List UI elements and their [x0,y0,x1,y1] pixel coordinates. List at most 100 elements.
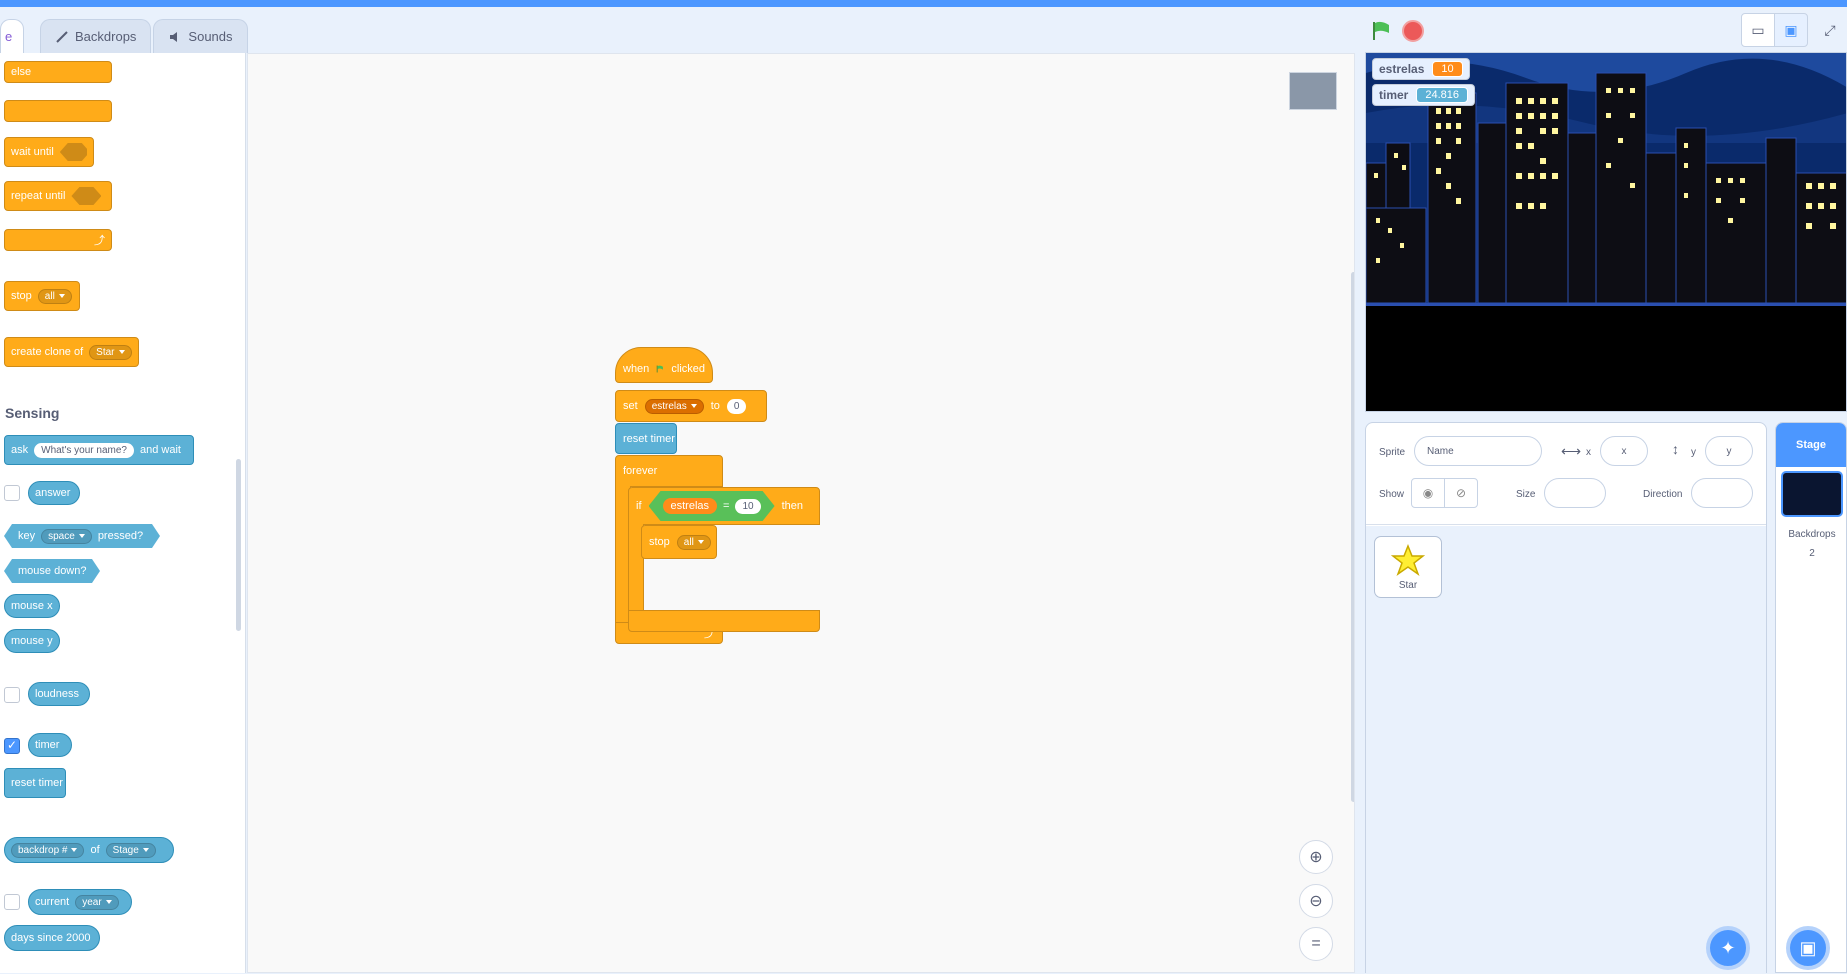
current-checkbox[interactable] [4,894,20,910]
script-scrollbar[interactable] [1351,272,1354,802]
sprite-card-star[interactable]: Star [1374,536,1442,598]
then-label: then [781,500,804,512]
variable-dropdown[interactable]: estrelas [644,398,704,414]
sprite-pane: Sprite Name ⟷ x x ↕ y y Show ◉ ⊘ Size Di… [1365,422,1767,974]
sprite-info: Sprite Name ⟷ x x ↕ y y Show ◉ ⊘ Size Di… [1366,423,1766,525]
y-input[interactable]: y [1705,436,1753,466]
clone-dropdown[interactable]: Star [89,344,132,360]
reset-timer-script-block[interactable]: reset timer [615,423,677,454]
sprite-label: Sprite [1379,447,1406,458]
palette-scrollbar[interactable] [236,459,241,631]
key-pressed-block[interactable]: key space pressed? [4,524,160,548]
zoom-reset-icon: = [1311,935,1321,952]
else-block[interactable]: else [4,61,112,83]
else-block-bottom[interactable] [4,100,112,122]
mouse-down-block[interactable]: mouse down? [4,559,100,583]
script-area[interactable]: when clicked set estrelas to 0 reset tim… [247,53,1355,973]
zoom-out-button[interactable]: ⊖ [1299,884,1333,918]
when-flag-clicked-block[interactable]: when clicked [615,347,713,383]
y-label: y [1691,447,1696,458]
x-input[interactable]: x [1600,436,1648,466]
property-option: backdrop # [18,844,68,856]
stop-option: all [44,290,55,302]
stage-pane[interactable]: Stage Backdrops 2 ▣ [1775,422,1847,973]
mouse-x-reporter[interactable]: mouse x [4,594,60,618]
stop-block[interactable]: stop all [4,281,80,311]
repeat-until-block-bottom[interactable]: ⤴ [4,229,112,251]
show-hidden-toggle[interactable]: ⊘ [1444,478,1478,508]
backdrop-of-reporter[interactable]: backdrop # of Stage [4,837,174,863]
timer-reporter[interactable]: timer [28,733,72,757]
small-stage-icon: ▭ [1751,21,1765,38]
loudness-checkbox[interactable] [4,687,20,703]
timer-label: timer [35,739,60,751]
tab-sounds[interactable]: Sounds [153,19,248,53]
zoom-in-button[interactable]: ⊕ [1299,840,1333,874]
current-reporter[interactable]: current year [28,889,132,915]
key-dropdown[interactable]: space [41,529,92,544]
size-input[interactable] [1544,478,1606,508]
monitor-estrelas[interactable]: estrelas 10 [1372,58,1470,80]
equals-label: = [723,500,730,512]
estrelas-reporter[interactable]: estrelas [663,498,718,514]
sprite-name-input[interactable]: Name [1414,436,1542,466]
brush-icon [56,30,68,43]
stop-dropdown[interactable]: all [37,288,72,304]
timer-checkbox[interactable] [4,738,20,754]
stop-script-dropdown[interactable]: all [676,534,711,550]
tab-backdrops[interactable]: Backdrops [40,19,152,53]
stop-button[interactable] [1402,20,1424,42]
backdrops-label: Backdrops [1788,529,1836,540]
green-flag-button[interactable] [1370,20,1392,42]
ask-input[interactable]: What's your name? [34,442,134,458]
days-since-label: days since 2000 [11,932,91,944]
condition-slot[interactable] [71,187,102,205]
current-dropdown[interactable]: year [75,894,119,910]
add-sprite-button[interactable]: ✦ [1706,926,1750,970]
direction-input[interactable] [1691,478,1753,508]
equals-operator[interactable]: estrelas = 10 [649,491,775,521]
mouse-y-reporter[interactable]: mouse y [4,629,60,653]
stop-script-block[interactable]: stop all [641,525,717,559]
property-dropdown[interactable]: backdrop # [11,842,85,858]
reset-timer-block[interactable]: reset timer [4,768,66,798]
mouse-y-label: mouse y [11,635,53,647]
wait-until-block[interactable]: wait until [4,137,94,167]
reset-timer-script-label: reset timer [623,432,675,445]
compare-value-input[interactable]: 10 [735,499,760,514]
days-since-reporter[interactable]: days since 2000 [4,925,100,951]
city-night-backdrop [1366,53,1846,411]
tab-code[interactable]: e [0,19,24,53]
set-label: set [623,400,638,412]
stage[interactable]: estrelas 10 timer 24.816 [1365,52,1847,412]
set-variable-block[interactable]: set estrelas to 0 [615,390,767,422]
and-wait-label: and wait [139,444,181,456]
object-dropdown[interactable]: Stage [105,842,156,858]
stop-script-label: stop [649,536,670,548]
create-clone-block[interactable]: create clone of Star [4,337,139,367]
condition-slot[interactable] [59,143,87,161]
answer-checkbox[interactable] [4,485,20,501]
menu-bar [0,0,1847,7]
tab-sounds-label: Sounds [188,29,233,44]
reset-timer-label: reset timer [11,777,63,789]
tab-code-label: e [5,29,13,44]
if-then-block[interactable]: if estrelas = 10 then [628,487,820,525]
small-stage-button[interactable]: ▭ [1741,13,1775,47]
answer-label: answer [35,487,71,499]
ask-block[interactable]: ask What's your name? and wait [4,435,194,465]
fullscreen-button[interactable]: ⤢ [1813,13,1847,47]
zoom-in-icon: ⊕ [1309,849,1323,866]
repeat-until-block[interactable]: repeat until [4,181,112,211]
monitor-timer[interactable]: timer 24.816 [1372,84,1475,106]
forever-block[interactable]: forever [615,455,723,487]
editor-tabs: e Backdrops Sounds [0,17,1365,53]
loudness-reporter[interactable]: loudness [28,682,90,706]
zoom-reset-button[interactable]: = [1299,927,1333,961]
large-stage-button[interactable]: ▣ [1774,13,1808,47]
answer-reporter[interactable]: answer [28,481,80,505]
show-visible-toggle[interactable]: ◉ [1411,478,1445,508]
set-value-input[interactable]: 0 [726,398,747,414]
add-backdrop-button[interactable]: ▣ [1786,926,1830,970]
key-option: space [48,530,75,542]
